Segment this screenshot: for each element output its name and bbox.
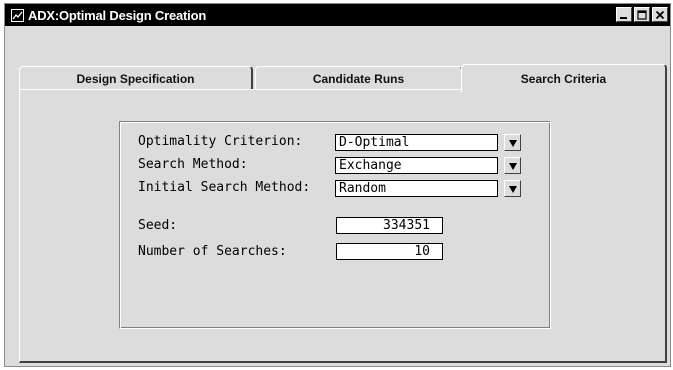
tab-candidate-runs[interactable]: Candidate Runs — [255, 66, 463, 90]
tab-label: Candidate Runs — [312, 71, 405, 86]
optimality-criterion-label: Optimality Criterion: — [138, 134, 303, 149]
tab-search-criteria[interactable]: Search Criteria — [461, 64, 667, 92]
dropdown-arrow-icon — [508, 139, 517, 147]
minimize-button[interactable] — [616, 7, 632, 22]
seed-input[interactable]: 334351 — [336, 217, 443, 234]
optimality-criterion-field[interactable]: D-Optimal — [335, 134, 498, 151]
dropdown-arrow-icon — [508, 185, 517, 193]
maximize-button[interactable] — [634, 7, 650, 22]
number-of-searches-input[interactable]: 10 — [336, 243, 443, 260]
maximize-icon — [637, 9, 647, 20]
search-method-dropdown-button[interactable] — [504, 157, 521, 174]
window-controls — [616, 7, 668, 22]
seed-label: Seed: — [138, 218, 178, 233]
search-criteria-panel: Optimality Criterion: D-Optimal Search M… — [19, 89, 667, 363]
dropdown-arrow-icon — [508, 162, 517, 170]
tab-label: Design Specification — [76, 71, 195, 86]
window-title: ADX:Optimal Design Creation — [28, 7, 207, 23]
initial-search-method-dropdown-button[interactable] — [504, 180, 521, 197]
number-of-searches-label: Number of Searches: — [138, 244, 287, 259]
initial-search-method-label: Initial Search Method: — [138, 180, 311, 195]
title-bar[interactable]: ADX:Optimal Design Creation — [5, 4, 670, 26]
search-method-label: Search Method: — [138, 157, 248, 172]
close-icon — [655, 10, 665, 19]
optimality-criterion-dropdown-button[interactable] — [504, 134, 521, 151]
tab-design-specification[interactable]: Design Specification — [19, 66, 253, 90]
close-button[interactable] — [652, 7, 668, 22]
search-method-field[interactable]: Exchange — [335, 157, 498, 174]
minimize-icon — [620, 16, 627, 19]
optimal-design-window: ADX:Optimal Design Creation Design Speci… — [4, 3, 671, 367]
tab-label: Search Criteria — [520, 71, 607, 86]
search-criteria-group: Optimality Criterion: D-Optimal Search M… — [119, 121, 551, 329]
initial-search-method-field[interactable]: Random — [335, 180, 498, 197]
graph-app-icon — [10, 8, 24, 22]
